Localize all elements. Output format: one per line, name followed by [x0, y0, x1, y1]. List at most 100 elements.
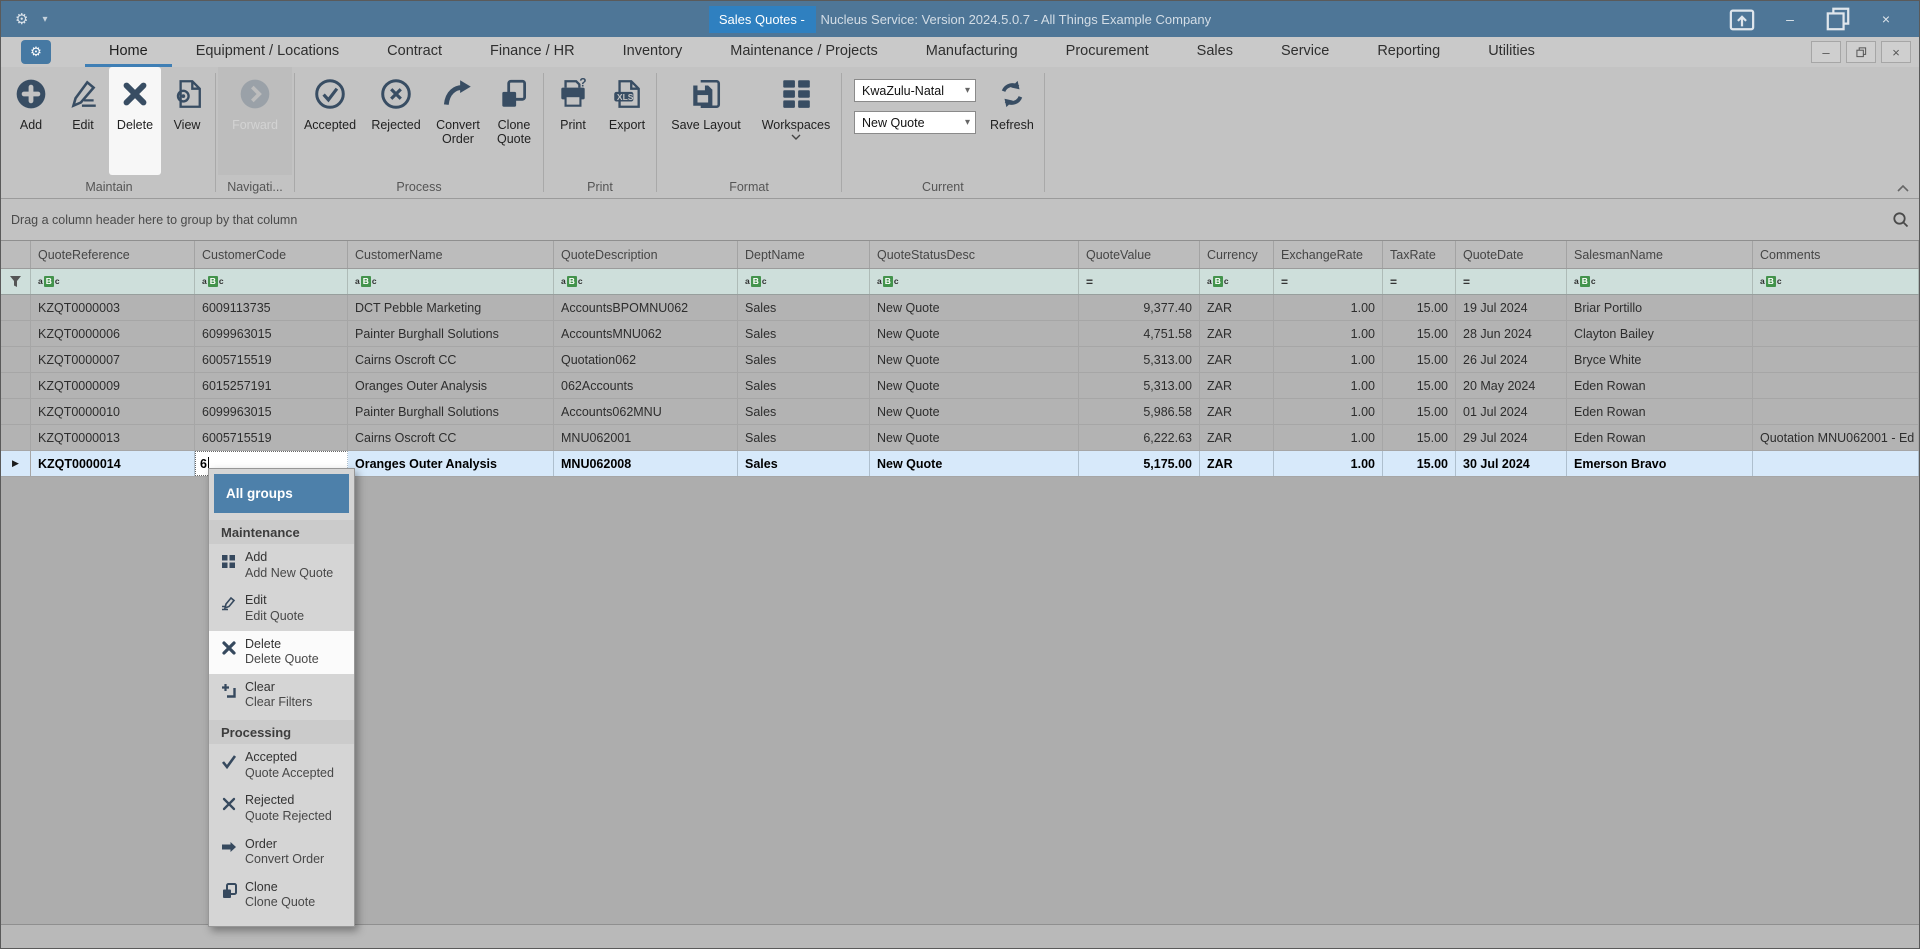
filter-cell-comments[interactable]: aBc — [1753, 269, 1919, 294]
filter-cell-quotevalue[interactable]: = — [1079, 269, 1200, 294]
search-icon[interactable] — [1892, 211, 1909, 228]
quote-status-select[interactable]: New Quote ▾ — [854, 111, 976, 134]
view-button[interactable]: View — [161, 67, 213, 175]
close-button[interactable]: × — [1873, 7, 1899, 31]
menu-rejected-icon — [221, 796, 237, 812]
menu-item-accepted[interactable]: Accepted Quote Accepted — [209, 744, 354, 787]
clone-quote-button[interactable]: Clone Quote — [487, 67, 541, 175]
filter-cell-taxrate[interactable]: = — [1383, 269, 1456, 294]
menu-delete-icon — [221, 640, 237, 656]
tab-procurement[interactable]: Procurement — [1042, 37, 1173, 67]
filter-cell-quotedescription[interactable]: aBc — [554, 269, 738, 294]
app-title-text: Nucleus Service: Version 2024.5.0.7 - Al… — [820, 11, 1212, 27]
column-header-currency[interactable]: Currency — [1200, 241, 1274, 268]
window-controls: – × — [1729, 7, 1919, 31]
table-row[interactable]: KZQT0000003 6009113735 DCT Pebble Market… — [1, 295, 1919, 321]
x-circle-icon — [379, 77, 413, 111]
tab-finance-hr[interactable]: Finance / HR — [466, 37, 599, 67]
table-row[interactable]: KZQT0000006 6099963015 Painter Burghall … — [1, 321, 1919, 347]
column-header-quotedescription[interactable]: QuoteDescription — [554, 241, 738, 268]
filter-cell-quotedate[interactable]: = — [1456, 269, 1567, 294]
tab-inventory[interactable]: Inventory — [599, 37, 707, 67]
table-row[interactable]: KZQT0000009 6015257191 Oranges Outer Ana… — [1, 373, 1919, 399]
delete-button[interactable]: Delete — [109, 67, 161, 175]
tab-reporting[interactable]: Reporting — [1353, 37, 1464, 67]
filter-cell-salesmanname[interactable]: aBc — [1567, 269, 1753, 294]
tab-service[interactable]: Service — [1257, 37, 1353, 67]
accepted-button[interactable]: Accepted — [297, 67, 363, 175]
column-header-customercode[interactable]: CustomerCode — [195, 241, 348, 268]
workspaces-grid-icon — [779, 77, 813, 111]
ribbon-group-current: KwaZulu-Natal ▾ New Quote ▾ Refresh Curr… — [844, 67, 1042, 198]
equals-filter-icon: = — [1281, 274, 1289, 289]
menu-item-rejected[interactable]: Rejected Quote Rejected — [209, 787, 354, 830]
column-header-quotestatusdesc[interactable]: QuoteStatusDesc — [870, 241, 1079, 268]
tab-utilities[interactable]: Utilities — [1464, 37, 1559, 67]
column-header-deptname[interactable]: DeptName — [738, 241, 870, 268]
export-button[interactable]: XLS Export — [600, 67, 654, 175]
mdi-minimize-button[interactable]: – — [1811, 41, 1841, 63]
region-select[interactable]: KwaZulu-Natal ▾ — [854, 79, 976, 102]
menu-item-delete[interactable]: Delete Delete Quote — [209, 630, 354, 674]
abc-filter-icon: aBc — [745, 276, 767, 287]
add-button[interactable]: Add — [5, 67, 57, 175]
menu-add-icon — [221, 553, 237, 569]
mdi-restore-button[interactable] — [1846, 41, 1876, 63]
filter-cell-deptname[interactable]: aBc — [738, 269, 870, 294]
chevron-down-icon[interactable]: ▾ — [42, 14, 47, 25]
abc-filter-icon: aBc — [877, 276, 899, 287]
mdi-close-button[interactable]: × — [1881, 41, 1911, 63]
refresh-button[interactable]: Refresh — [982, 79, 1042, 132]
filter-funnel-cell[interactable] — [1, 269, 31, 294]
save-layout-button[interactable]: Save Layout — [659, 67, 753, 175]
application-button[interactable]: ⚙ — [21, 40, 51, 64]
table-row[interactable]: KZQT0000010 6099963015 Painter Burghall … — [1, 399, 1919, 425]
column-header-taxrate[interactable]: TaxRate — [1383, 241, 1456, 268]
check-circle-icon — [313, 77, 347, 111]
tab-equipment-locations[interactable]: Equipment / Locations — [172, 37, 363, 67]
menu-item-clear[interactable]: Clear Clear Filters — [209, 674, 354, 717]
gear-icon[interactable]: ⚙ — [15, 12, 28, 27]
table-row[interactable]: KZQT0000013 6005715519 Cairns Oscroft CC… — [1, 425, 1919, 451]
filter-cell-customername[interactable]: aBc — [348, 269, 554, 294]
window-title: Sales Quotes - Nucleus Service: Version … — [1, 1, 1919, 37]
column-header-quotedate[interactable]: QuoteDate — [1456, 241, 1567, 268]
minimize-button[interactable]: – — [1777, 7, 1803, 31]
tab-contract[interactable]: Contract — [363, 37, 466, 67]
restore-button[interactable] — [1825, 7, 1851, 31]
filter-cell-quotereference[interactable]: aBc — [31, 269, 195, 294]
print-button[interactable]: ? Print — [546, 67, 600, 175]
column-header-quotereference[interactable]: QuoteReference — [31, 241, 195, 268]
tab-maintenance-projects[interactable]: Maintenance / Projects — [706, 37, 902, 67]
filter-cell-quotestatusdesc[interactable]: aBc — [870, 269, 1079, 294]
menu-item-clone[interactable]: Clone Clone Quote — [209, 874, 354, 917]
rejected-button[interactable]: Rejected — [363, 67, 429, 175]
menu-item-edit[interactable]: Edit Edit Quote — [209, 587, 354, 630]
forward-circle-icon — [238, 77, 272, 111]
column-header-quotevalue[interactable]: QuoteValue — [1079, 241, 1200, 268]
dock-window-icon[interactable] — [1729, 7, 1755, 31]
forward-button[interactable]: Forward — [218, 67, 292, 175]
tab-manufacturing[interactable]: Manufacturing — [902, 37, 1042, 67]
filter-cell-exchangerate[interactable]: = — [1274, 269, 1383, 294]
filter-cell-customercode[interactable]: aBc — [195, 269, 348, 294]
menu-item-add[interactable]: Add Add New Quote — [209, 544, 354, 587]
tab-sales[interactable]: Sales — [1173, 37, 1257, 67]
column-header-salesmanname[interactable]: SalesmanName — [1567, 241, 1753, 268]
menu-section-maintenance: Maintenance — [209, 520, 354, 544]
column-header-comments[interactable]: Comments — [1753, 241, 1919, 268]
group-by-panel[interactable]: Drag a column header here to group by th… — [1, 199, 1919, 241]
active-document-chip: Sales Quotes - — [708, 5, 817, 33]
column-header-exchangerate[interactable]: ExchangeRate — [1274, 241, 1383, 268]
tab-home[interactable]: Home — [85, 37, 172, 67]
group-label-print: Print — [587, 180, 613, 194]
collapse-ribbon-icon[interactable] — [1897, 185, 1909, 192]
menu-item-order[interactable]: Order Convert Order — [209, 831, 354, 874]
convert-order-button[interactable]: Convert Order — [429, 67, 487, 175]
column-header-customername[interactable]: CustomerName — [348, 241, 554, 268]
menu-more-ellipsis[interactable]: ... — [209, 917, 354, 926]
table-row[interactable]: KZQT0000007 6005715519 Cairns Oscroft CC… — [1, 347, 1919, 373]
filter-cell-currency[interactable]: aBc — [1200, 269, 1274, 294]
edit-button[interactable]: Edit — [57, 67, 109, 175]
workspaces-button[interactable]: Workspaces — [753, 67, 839, 175]
